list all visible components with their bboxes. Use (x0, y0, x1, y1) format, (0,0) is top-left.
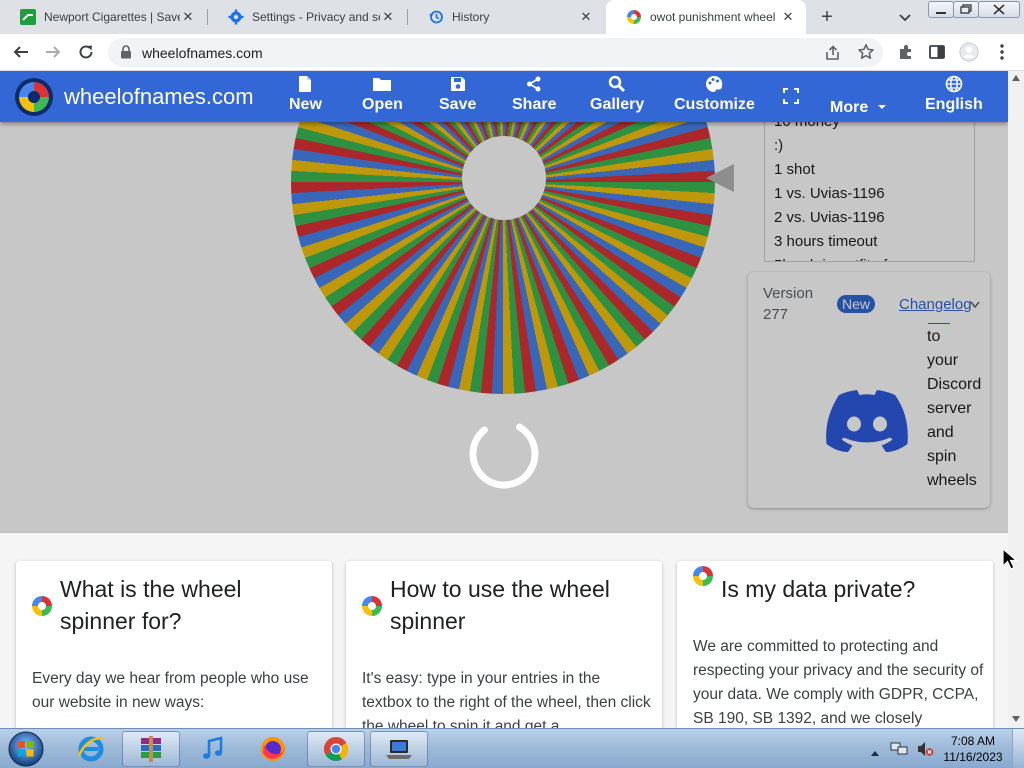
close-window-button[interactable] (978, 1, 1020, 18)
tab-title: owot punishment wheel (650, 10, 776, 24)
close-tab-icon[interactable]: ✕ (380, 9, 396, 25)
card-title: What is the wheel spinner for? (60, 576, 242, 634)
nav-label: Open (362, 96, 403, 113)
floppy-icon (448, 74, 468, 94)
page-viewport: wheelofnames.com New Open Save Share Gal… (0, 71, 1008, 728)
nav-label: Save (439, 96, 477, 113)
card-how-to: How to use the wheel spinner It's easy: … (346, 561, 662, 728)
card-what-is: What is the wheel spinner for? Every day… (16, 561, 332, 728)
nav-label: New (289, 96, 322, 113)
card-title: Is my data private? (721, 576, 916, 602)
volume-muted-icon[interactable] (916, 740, 934, 763)
close-tab-icon[interactable]: ✕ (180, 9, 196, 25)
file-icon (295, 74, 315, 94)
clock-time: 7:08 AM (950, 734, 996, 748)
tab-title: History (452, 10, 490, 24)
address-bar[interactable]: wheelofnames.com (108, 38, 883, 67)
nav-label: English (925, 96, 983, 113)
extensions-puzzle-icon[interactable] (896, 42, 916, 62)
close-tab-icon[interactable]: ✕ (578, 9, 594, 25)
nav-label: Gallery (590, 96, 645, 113)
ie-taskbar-icon[interactable] (62, 731, 120, 767)
kebab-menu-icon[interactable] (992, 42, 1012, 62)
gear-icon (228, 9, 244, 25)
laptop-icon[interactable] (370, 731, 428, 767)
firefox-icon[interactable] (244, 731, 302, 767)
lock-icon[interactable] (120, 45, 132, 64)
card-body: It's easy: type in your entries in the t… (362, 670, 651, 728)
fullscreen-icon (781, 86, 801, 106)
forward-arrow-icon[interactable] (43, 42, 63, 62)
tab-wheel-active[interactable]: owot punishment wheel ✕ (606, 0, 806, 34)
profile-avatar-icon[interactable] (959, 42, 979, 62)
info-section: What is the wheel spinner for? Every day… (0, 533, 1008, 728)
nav-save-button[interactable]: Save (439, 74, 476, 120)
nav-open-button[interactable]: Open (362, 74, 403, 120)
nav-new-button[interactable]: New (289, 74, 322, 120)
tab-title: Newport Cigarettes | Save (44, 10, 180, 24)
clock-date: 11/16/2023 (943, 750, 1003, 764)
chevron-down-icon (877, 99, 887, 117)
wheelofnames-logo-icon (361, 595, 383, 617)
wheel-area: 10 money :) 1 shot 1 vs. Uvias-1196 2 vs… (0, 71, 1008, 532)
nav-fullscreen-button[interactable] (781, 86, 801, 132)
mouse-cursor-icon (1002, 547, 1022, 577)
nav-label: Customize (674, 96, 755, 113)
newport-favicon (20, 9, 36, 25)
back-arrow-icon[interactable] (11, 42, 31, 62)
nav-gallery-button[interactable]: Gallery (590, 74, 644, 120)
globe-icon (944, 74, 964, 94)
nav-more-button[interactable]: More (830, 85, 887, 131)
nav-language-button[interactable]: English (925, 74, 983, 120)
loading-spinner-icon (467, 417, 541, 491)
tab-strip: Newport Cigarettes | Save ✕ Settings - P… (0, 0, 1024, 34)
taskbar-clock[interactable]: 7:08 AM 11/16/2023 (938, 733, 1008, 765)
new-tab-button[interactable]: + (816, 6, 838, 28)
browser-toolbar: wheelofnames.com (0, 34, 1024, 71)
share-icon (524, 74, 544, 94)
card-body: We are committed to protecting and respe… (693, 638, 984, 727)
scroll-down-arrow-icon[interactable] (1012, 716, 1020, 722)
restore-button[interactable] (953, 1, 979, 18)
windows-taskbar: 7:08 AM 11/16/2023 (0, 728, 1024, 768)
history-icon (428, 9, 444, 25)
card-body: Every day we hear from people who use ou… (32, 670, 309, 711)
folder-icon (372, 74, 392, 94)
url-text[interactable]: wheelofnames.com (142, 45, 263, 61)
card-privacy: Is my data private? We are committed to … (677, 561, 993, 728)
tab-settings[interactable]: Settings - Privacy and sec ✕ (208, 0, 406, 34)
tab-history[interactable]: History ✕ (408, 0, 604, 34)
site-navbar: wheelofnames.com New Open Save Share Gal… (0, 71, 1008, 122)
wheelofnames-favicon (626, 9, 642, 25)
network-icon[interactable] (890, 741, 908, 762)
wheelofnames-logo-icon (692, 565, 714, 587)
tab-title: Settings - Privacy and sec (252, 10, 380, 24)
tab-newport[interactable]: Newport Cigarettes | Save ✕ (0, 0, 206, 34)
side-panel-icon[interactable] (927, 42, 947, 62)
share-page-icon[interactable] (824, 44, 842, 67)
nav-share-button[interactable]: Share (512, 74, 556, 120)
close-tab-icon[interactable]: ✕ (780, 9, 796, 25)
reload-icon[interactable] (76, 42, 96, 62)
chrome-icon[interactable] (307, 731, 365, 767)
page-scrollbar[interactable] (1008, 71, 1024, 728)
show-desktop-button[interactable] (1012, 729, 1024, 768)
show-hidden-icons-icon[interactable] (870, 744, 880, 762)
nav-customize-button[interactable]: Customize (674, 74, 755, 120)
tab-search-chevron-icon[interactable] (896, 8, 914, 26)
wheelofnames-logo-icon[interactable] (15, 78, 53, 116)
winrar-icon[interactable] (122, 731, 180, 767)
wheelofnames-logo-icon (31, 595, 53, 617)
start-button[interactable] (6, 730, 46, 768)
minimize-button[interactable] (928, 1, 954, 18)
nav-label: More (830, 99, 869, 116)
itunes-icon[interactable] (184, 731, 242, 767)
bookmark-star-icon[interactable] (857, 43, 875, 66)
palette-icon (704, 74, 724, 94)
scroll-up-arrow-icon[interactable] (1012, 75, 1020, 81)
site-brand[interactable]: wheelofnames.com (64, 84, 254, 110)
search-icon (607, 74, 627, 94)
card-title: How to use the wheel spinner (390, 576, 610, 634)
nav-label: Share (512, 96, 557, 113)
